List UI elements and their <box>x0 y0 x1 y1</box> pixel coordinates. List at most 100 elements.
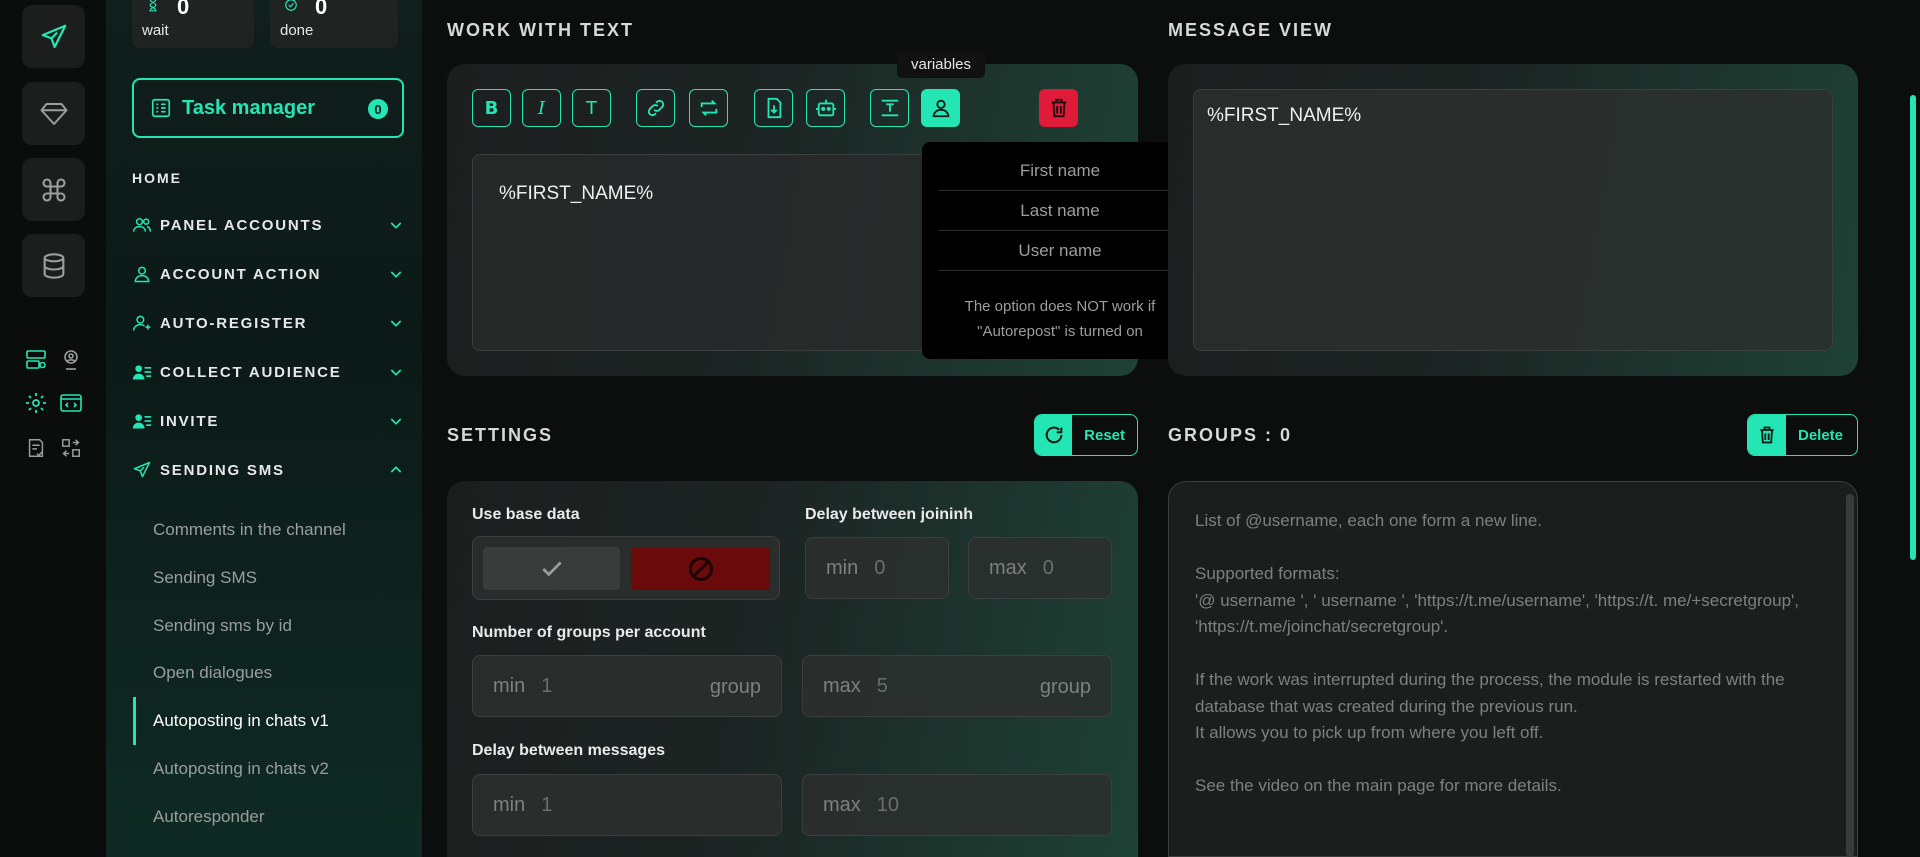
sub-item-autoresponder[interactable]: Autoresponder <box>153 807 265 827</box>
italic-button[interactable]: I <box>522 89 561 127</box>
import-button[interactable] <box>754 89 793 127</box>
check-circle-icon <box>285 0 297 11</box>
delay-joining-min-input[interactable]: min 0 <box>805 537 949 599</box>
code-window-icon <box>60 394 82 412</box>
nav-collect-audience[interactable]: COLLECT AUDIENCE <box>132 360 404 384</box>
sub-item-sending-sms-by-id[interactable]: Sending sms by id <box>153 616 292 636</box>
groups-min-value: 1 <box>541 674 553 697</box>
delay-joining-max-value: 0 <box>1042 556 1054 579</box>
message-text-editor[interactable]: %FIRST_NAME% <box>472 154 972 351</box>
text-button[interactable]: T <box>572 89 611 127</box>
user-icon <box>134 266 150 283</box>
sub-item-open-dialogues[interactable]: Open dialogues <box>153 663 272 683</box>
nav-panel-accounts[interactable]: PANEL ACCOUNTS <box>132 213 404 237</box>
code-window-button[interactable] <box>56 388 86 418</box>
nav-sending-sms[interactable]: SENDING SMS <box>132 458 404 482</box>
groups-min-prefix: min <box>493 674 526 697</box>
reset-button[interactable]: Reset <box>1034 414 1138 456</box>
task-manager-label: Task manager <box>182 96 316 119</box>
server-settings-button[interactable] <box>21 345 51 375</box>
bold-button[interactable]: B <box>472 89 511 127</box>
message-view-heading: MESSAGE VIEW <box>1168 20 1334 40</box>
robot-icon <box>815 99 836 117</box>
refresh-icon <box>1045 426 1062 444</box>
link-button[interactable] <box>636 89 675 127</box>
settings-heading: SETTINGS <box>447 425 554 445</box>
task-manager-button[interactable]: Task manager 0 <box>132 78 404 138</box>
swap-icon <box>62 439 80 457</box>
use-base-data-no[interactable] <box>631 547 770 590</box>
nav-auto-register-label: AUTO-REGISTER <box>160 314 308 332</box>
premium-nav-button[interactable] <box>22 82 85 145</box>
wait-label: wait <box>142 22 169 39</box>
diamond-icon <box>40 102 67 125</box>
delay-joining-min-value: 0 <box>874 556 886 579</box>
delay-messages-min-input[interactable]: min 1 <box>472 774 782 836</box>
delay-messages-min-value: 1 <box>541 793 553 816</box>
nav-auto-register[interactable]: AUTO-REGISTER <box>132 311 404 335</box>
groups-placeholder: List of @username, each one form a new l… <box>1195 511 1800 795</box>
page-scrollbar[interactable] <box>1910 95 1916 560</box>
send-nav-button[interactable] <box>22 5 85 68</box>
users-icon <box>132 218 152 232</box>
clear-text-button[interactable] <box>1039 89 1078 127</box>
sub-item-comments-channel[interactable]: Comments in the channel <box>153 520 346 540</box>
hourglass-icon <box>149 0 157 12</box>
groups-max-suffix: group <box>1039 676 1091 698</box>
nav-invite-label: INVITE <box>160 412 220 430</box>
variable-first-name[interactable]: First name <box>938 152 1182 191</box>
delay-joining-max-prefix: max <box>989 556 1027 579</box>
groups-heading: GROUPS : 0 <box>1168 425 1293 445</box>
repost-icon <box>700 100 717 116</box>
reports-button[interactable] <box>21 433 51 463</box>
message-preview-content: %FIRST_NAME% <box>1207 105 1362 126</box>
wait-stat: 0 wait <box>132 0 254 48</box>
use-base-data-yes[interactable] <box>483 547 620 590</box>
groups-min-suffix: group <box>709 676 761 698</box>
groups-per-account-min-input[interactable]: min 1 group <box>472 655 782 717</box>
groups-textarea[interactable]: List of @username, each one form a new l… <box>1168 481 1858 857</box>
use-base-data-toggle <box>472 536 780 600</box>
sub-item-autoposting-v1[interactable]: Autoposting in chats v1 <box>153 711 329 731</box>
switch-button[interactable] <box>56 433 86 463</box>
delay-messages-max-input[interactable]: max 10 <box>802 774 1112 836</box>
variable-user-name[interactable]: User name <box>938 232 1182 271</box>
user-icon <box>932 99 949 118</box>
delay-joining-label: Delay between joininh <box>805 506 974 523</box>
delay-messages-label: Delay between messages <box>472 742 665 759</box>
chevron-up-icon <box>390 466 402 473</box>
link-icon <box>647 99 664 117</box>
nav-invite[interactable]: INVITE <box>132 409 404 433</box>
send-icon <box>133 461 151 478</box>
sub-item-sending-sms[interactable]: Sending SMS <box>153 568 257 588</box>
delay-messages-max-prefix: max <box>823 793 861 816</box>
groups-per-account-max-input[interactable]: max 5 group <box>802 655 1112 717</box>
delay-joining-max-input[interactable]: max 0 <box>968 537 1112 599</box>
repost-button[interactable] <box>689 89 728 127</box>
variable-last-name[interactable]: Last name <box>938 192 1182 231</box>
nav-account-action-label: ACCOUNT ACTION <box>160 265 322 283</box>
chevron-down-icon <box>390 320 402 327</box>
done-count: 0 <box>315 0 328 19</box>
command-nav-button[interactable] <box>22 158 85 221</box>
check-icon <box>541 561 562 576</box>
task-manager-count: 0 <box>368 99 388 119</box>
format-text-button[interactable] <box>870 89 909 127</box>
trash-icon <box>1760 426 1774 444</box>
database-nav-button[interactable] <box>22 234 85 297</box>
groups-scrollbar[interactable] <box>1846 494 1854 857</box>
settings-button[interactable] <box>21 388 51 418</box>
reset-icon-box <box>1035 415 1073 455</box>
delete-label: Delete <box>1798 426 1844 444</box>
delete-icon-box <box>1748 415 1786 455</box>
delete-groups-button[interactable]: Delete <box>1747 414 1858 456</box>
variables-button[interactable] <box>921 89 960 127</box>
wait-count: 0 <box>177 0 190 19</box>
use-base-data-label: Use base data <box>472 506 580 523</box>
sub-item-autoposting-v2[interactable]: Autoposting in chats v2 <box>153 759 329 779</box>
proxy-button[interactable] <box>56 345 86 375</box>
bot-button[interactable] <box>806 89 845 127</box>
done-label: done <box>280 22 314 39</box>
nav-home[interactable]: HOME <box>132 170 182 186</box>
nav-account-action[interactable]: ACCOUNT ACTION <box>132 262 404 286</box>
